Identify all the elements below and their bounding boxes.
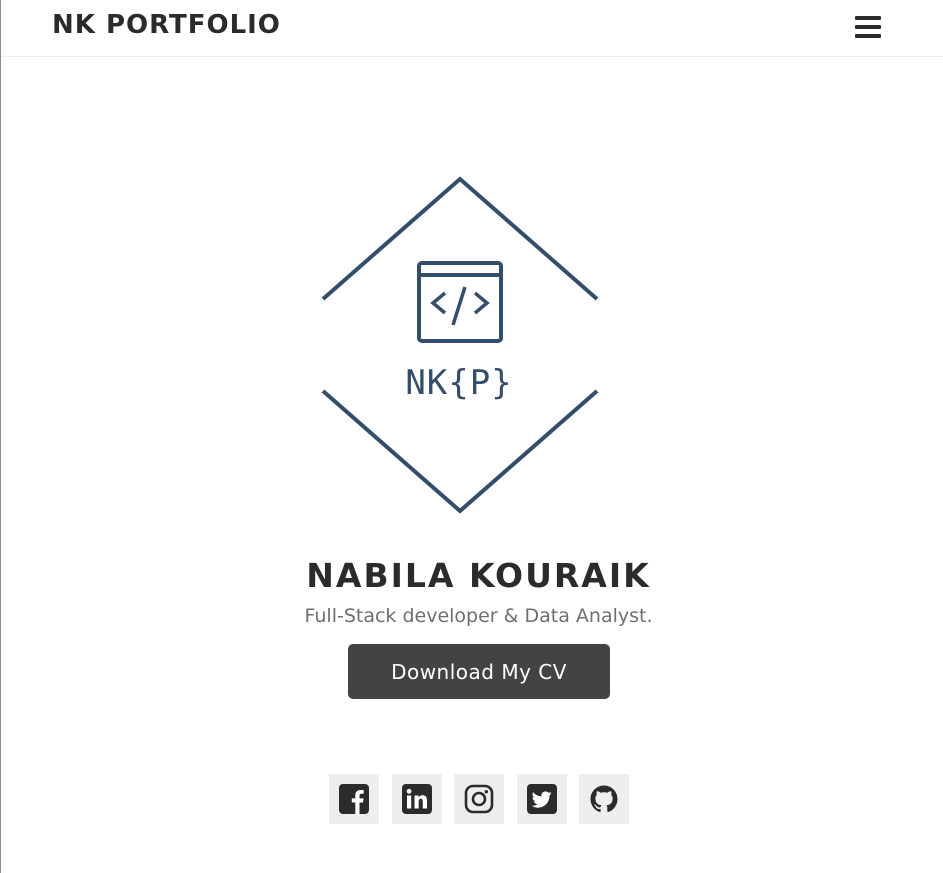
logo-diamond-top	[321, 176, 599, 301]
instagram-link[interactable]	[454, 774, 504, 824]
linkedin-icon	[402, 784, 432, 814]
brand-link[interactable]: NK PORTFOLIO	[52, 8, 281, 42]
code-window-icon	[417, 261, 503, 343]
logo-graphic: NK{P}	[321, 176, 599, 514]
github-link[interactable]	[579, 774, 629, 824]
logo-diamond-bottom	[321, 389, 599, 514]
download-cv-button[interactable]: Download My CV	[348, 644, 610, 699]
twitter-link[interactable]	[517, 774, 567, 824]
page: NK PORTFOLIO NK{P} NABILA KOURAIK Full-S…	[0, 0, 943, 873]
logo-text: NK{P}	[405, 363, 512, 403]
hero-name: NABILA KOURAIK	[306, 556, 651, 595]
hero-subtitle: Full-Stack developer & Data Analyst.	[304, 605, 653, 627]
hamburger-menu-icon[interactable]	[850, 12, 884, 42]
facebook-link[interactable]	[329, 774, 379, 824]
twitter-icon	[527, 784, 557, 814]
instagram-icon	[464, 784, 494, 814]
navbar: NK PORTFOLIO	[1, 0, 943, 57]
linkedin-link[interactable]	[392, 774, 442, 824]
facebook-icon	[339, 784, 369, 814]
logo: NK{P}	[319, 175, 603, 515]
github-icon	[590, 785, 618, 813]
